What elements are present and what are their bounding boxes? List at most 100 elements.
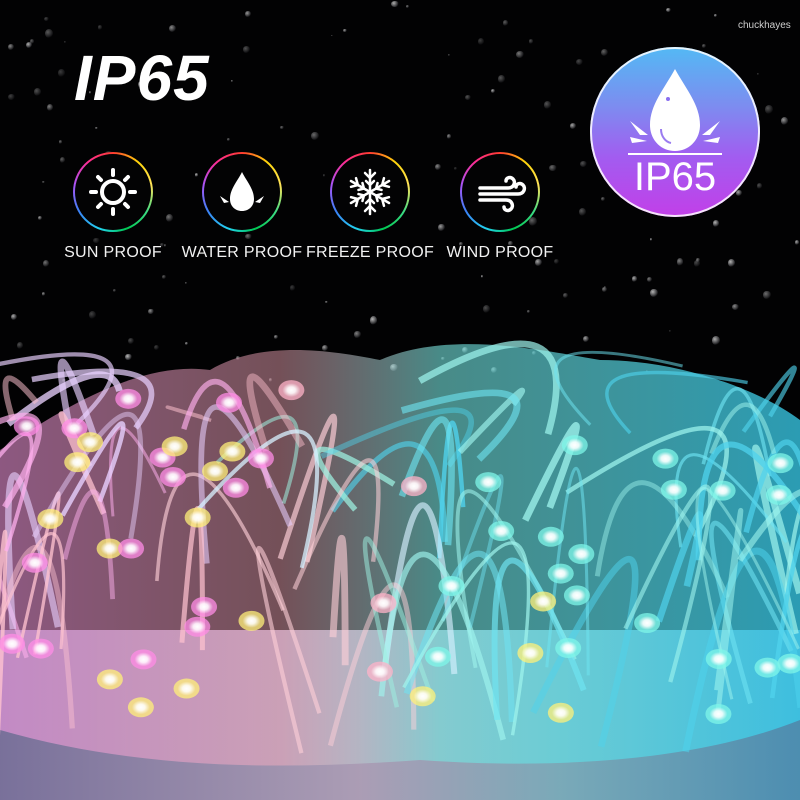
led-bulb — [567, 588, 586, 603]
led-bulb — [664, 482, 683, 497]
water-droplet — [231, 80, 234, 83]
water-droplet — [169, 25, 177, 33]
led-bulb — [251, 451, 270, 466]
water-droplet — [646, 276, 653, 283]
water-droplet — [311, 131, 319, 140]
water-droplet — [391, 1, 399, 8]
water-droplet — [34, 88, 41, 96]
water-droplet — [578, 207, 586, 216]
snowflake-icon — [349, 168, 391, 216]
feature-label: WIND PROOF — [446, 244, 554, 261]
feature-water-proof: WATER PROOF — [177, 152, 307, 262]
led-bulb — [122, 541, 141, 556]
led-bulb — [17, 419, 36, 434]
water-droplet — [58, 140, 63, 144]
feature-wind-proof: WIND PROOF — [435, 152, 565, 262]
water-droplet — [245, 10, 251, 18]
water-droplet — [497, 75, 506, 84]
led-bulb — [188, 510, 207, 525]
led-bulb — [25, 555, 44, 570]
led-bulb — [374, 596, 393, 611]
water-droplet — [516, 51, 524, 59]
wind-icon — [478, 175, 527, 213]
water-droplet — [43, 16, 49, 22]
water-droplet — [45, 29, 53, 39]
led-bulb — [771, 456, 790, 471]
led-bulb — [100, 541, 119, 556]
water-droplet — [632, 276, 638, 282]
water-droplet — [289, 285, 295, 291]
water-droplet — [58, 68, 65, 77]
water-droplet — [575, 58, 583, 65]
led-bulb — [68, 455, 87, 470]
feature-ring — [460, 152, 540, 232]
water-droplet — [543, 101, 552, 110]
led-bulb — [119, 391, 138, 406]
product-image: IP65 chuckhayes IP65 SUN PROOF WATER PRO… — [0, 0, 800, 800]
water-droplet — [42, 180, 46, 184]
led-bulb — [188, 619, 207, 634]
water-droplet — [343, 28, 347, 33]
led-string-lights — [0, 340, 800, 800]
led-bulb — [165, 439, 184, 454]
led-bulb — [413, 689, 432, 704]
water-drop-icon — [220, 172, 264, 211]
led-bulb — [534, 594, 553, 609]
led-bulb — [521, 646, 540, 661]
led-bulb — [781, 656, 800, 671]
led-bulb — [370, 664, 389, 679]
water-droplet — [502, 20, 509, 26]
feature-freeze-proof: FREEZE PROOF — [305, 152, 435, 262]
led-bulb — [551, 566, 570, 581]
badge-label: IP65 — [633, 155, 717, 199]
ip65-badge: IP65 — [590, 47, 760, 217]
water-droplet — [162, 274, 166, 279]
water-droplet — [666, 7, 671, 12]
led-bulb — [41, 511, 60, 526]
led-bulb — [479, 475, 498, 490]
led-bulb — [195, 599, 214, 614]
led-bulb — [206, 464, 225, 479]
sun-icon — [89, 168, 137, 216]
led-bulb — [100, 672, 119, 687]
water-droplet — [94, 126, 98, 130]
led-bulb — [656, 451, 675, 466]
led-bulb — [713, 483, 732, 498]
water-droplet — [649, 238, 652, 241]
led-bulb — [769, 487, 788, 502]
led-bulb — [638, 616, 657, 631]
led-bulb — [131, 700, 150, 715]
led-bulb — [572, 546, 591, 561]
led-bulb — [559, 641, 578, 656]
water-droplet — [562, 293, 568, 298]
led-bulb — [242, 613, 261, 628]
water-droplet — [41, 292, 46, 296]
feature-label: SUN PROOF — [64, 244, 162, 261]
water-droplet — [478, 38, 485, 45]
water-droplet — [280, 125, 284, 130]
water-droplet — [765, 105, 773, 115]
water-droplet — [64, 41, 67, 44]
water-droplet — [29, 39, 34, 44]
water-droplet — [7, 43, 14, 51]
feature-label: WATER PROOF — [181, 244, 303, 261]
led-bulb — [709, 651, 728, 666]
water-droplet — [330, 34, 333, 37]
led-bulb — [565, 438, 584, 453]
led-bulb — [492, 524, 511, 539]
water-droplet — [112, 288, 117, 292]
feature-ring — [330, 152, 410, 232]
water-droplet — [447, 133, 452, 139]
water-droplet — [447, 53, 450, 56]
led-bulb — [223, 444, 242, 459]
water-droplet — [37, 215, 43, 221]
water-droplet — [781, 116, 789, 125]
led-bulb — [428, 649, 447, 664]
feature-ring — [202, 152, 282, 232]
feature-label: FREEZE PROOF — [305, 244, 435, 261]
led-bulb — [220, 395, 239, 410]
led-bulb — [177, 681, 196, 696]
water-droplet — [795, 240, 800, 245]
led-bulb — [709, 706, 728, 721]
led-bulb — [404, 479, 423, 494]
